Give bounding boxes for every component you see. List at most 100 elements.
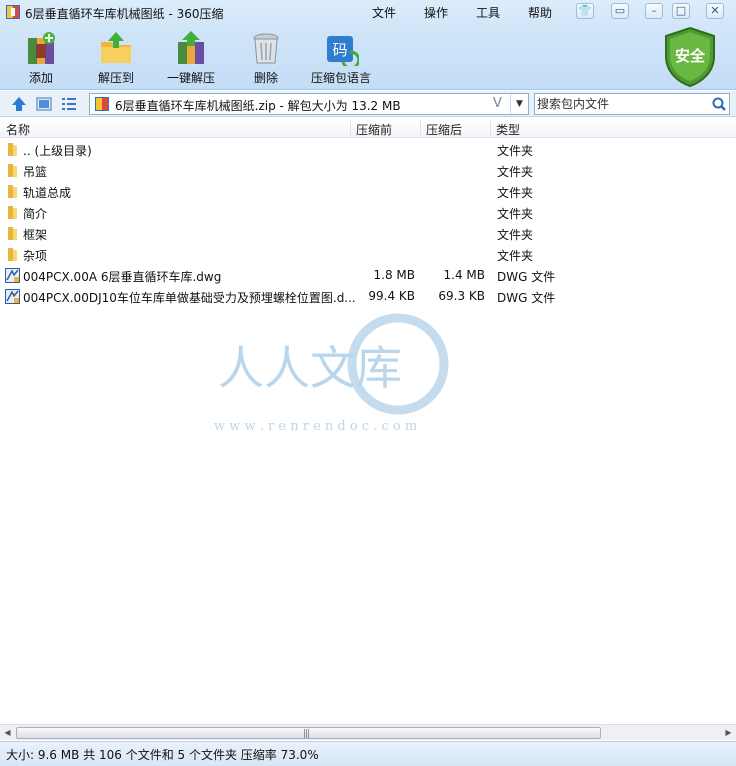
search-icon[interactable] (711, 96, 727, 112)
file-type: 文件夹 (497, 207, 534, 221)
one-click-extract-label: 一键解压 (166, 71, 215, 85)
extract-to-icon (101, 32, 131, 63)
title-bar[interactable]: 6层垂直循环车库机械图纸 - 360压缩 文件 操作 工具 帮助 👕 ▭ – □… (0, 0, 736, 24)
file-type: 文件夹 (497, 228, 534, 242)
address-path: 6层垂直循环车库机械图纸.zip - 解包大小为 13.2 MB (115, 99, 401, 113)
extract-to-label: 解压到 (97, 71, 134, 85)
column-type[interactable]: 类型 (496, 121, 520, 138)
folder-icon (8, 227, 17, 240)
minimize-icon: – (651, 4, 657, 17)
file-size-after: 1.4 MB (443, 268, 485, 282)
window-title: 6层垂直循环车库机械图纸 - 360压缩 (25, 7, 224, 21)
folder-icon (8, 206, 17, 219)
add-archive-icon (28, 32, 55, 64)
archive-language-label: 压缩包语言 (310, 71, 371, 85)
watermark-text: 人人文库 (218, 341, 402, 395)
menu-help[interactable]: 帮助 (528, 4, 552, 21)
address-row: 6层垂直循环车库机械图纸.zip - 解包大小为 13.2 MB V ▼ (0, 91, 736, 117)
horizontal-scrollbar[interactable]: ◀ ||| ▶ (0, 724, 736, 740)
dwg-file-icon (5, 268, 20, 283)
file-name: 轨道总成 (23, 186, 72, 200)
file-type: 文件夹 (497, 144, 534, 158)
status-text: 大小: 9.6 MB 共 106 个文件和 5 个文件夹 压缩率 73.0% (6, 748, 319, 762)
title-toolbar-area: 6层垂直循环车库机械图纸 - 360压缩 文件 操作 工具 帮助 👕 ▭ – □… (0, 0, 736, 90)
list-item[interactable]: 吊篮 文件夹 (0, 160, 736, 181)
up-arrow-icon[interactable] (10, 95, 28, 113)
address-dropdown-button[interactable]: ▼ (510, 94, 528, 114)
file-type: 文件夹 (497, 165, 534, 179)
security-shield-icon[interactable]: 安全 (662, 26, 718, 88)
address-v-mark: V (493, 96, 502, 111)
shirt-icon: 👕 (578, 4, 592, 17)
list-item[interactable]: 简介 文件夹 (0, 202, 736, 223)
list-item[interactable]: 004PCX.00DJ10车位车库单做基础受力及预埋螺栓位置图.d... 99.… (0, 286, 736, 307)
one-click-extract-icon (178, 31, 204, 64)
folder-icon (8, 248, 17, 261)
delete-button[interactable]: 删除 (226, 30, 306, 88)
column-compressed[interactable]: 压缩前 (356, 121, 392, 138)
watermark-url: w w w . r e n r e n d o c . c o m (214, 419, 417, 434)
column-name[interactable]: 名称 (6, 121, 30, 138)
list-item[interactable]: 杂项 文件夹 (0, 244, 736, 265)
file-size-before: 99.4 KB (368, 289, 415, 303)
list-item[interactable]: 框架 文件夹 (0, 223, 736, 244)
archive-language-button[interactable]: 码 压缩包语言 (301, 30, 381, 88)
status-bar: 大小: 9.6 MB 共 106 个文件和 5 个文件夹 压缩率 73.0% (0, 741, 736, 766)
feedback-button[interactable]: ▭ (611, 3, 629, 19)
zip-archive-icon (95, 97, 109, 111)
column-decompressed[interactable]: 压缩后 (426, 121, 462, 138)
file-name: 简介 (23, 207, 48, 221)
menu-operate[interactable]: 操作 (424, 4, 448, 21)
column-divider[interactable] (350, 120, 351, 136)
folder-icon (8, 143, 17, 156)
column-header: 名称 压缩前 压缩后 类型 (0, 118, 736, 138)
search-input[interactable] (537, 95, 707, 113)
folder-icon (8, 164, 17, 177)
list-item[interactable]: 轨道总成 文件夹 (0, 181, 736, 202)
file-type: DWG 文件 (497, 270, 556, 284)
file-type: 文件夹 (497, 249, 534, 263)
one-click-extract-button[interactable]: 一键解压 (151, 30, 231, 88)
security-badge-text: 安全 (675, 47, 706, 65)
address-bar[interactable]: 6层垂直循环车库机械图纸.zip - 解包大小为 13.2 MB V ▼ (89, 93, 529, 115)
file-name: 杂项 (23, 249, 48, 263)
add-button[interactable]: 添加 (1, 30, 81, 88)
maximize-icon: □ (675, 4, 687, 17)
watermark-logo: 人人文库 w w w . r e n r e n d o c . c o m (214, 313, 449, 434)
file-name: 吊篮 (23, 165, 48, 179)
file-name: 框架 (23, 228, 48, 242)
list-view-icon[interactable] (60, 95, 78, 113)
grip-icon: ||| (303, 729, 310, 739)
column-divider[interactable] (490, 120, 491, 136)
list-item[interactable]: 004PCX.00A 6层垂直循环车库.dwg 1.8 MB 1.4 MB DW… (0, 265, 736, 286)
menu-tools[interactable]: 工具 (476, 4, 500, 21)
archive-language-icon: 码 (327, 36, 359, 66)
svg-text:码: 码 (332, 41, 347, 59)
skin-button[interactable]: 👕 (576, 3, 594, 19)
scroll-left-button[interactable]: ◀ (0, 726, 15, 740)
scroll-thumb[interactable]: ||| (16, 727, 601, 739)
thumbnail-view-icon[interactable] (35, 95, 53, 113)
file-type: DWG 文件 (497, 291, 556, 305)
search-box[interactable] (534, 93, 730, 115)
column-divider[interactable] (420, 120, 421, 136)
close-icon: ✕ (710, 4, 720, 17)
trash-bin-icon (253, 33, 279, 64)
menu-file[interactable]: 文件 (372, 4, 396, 21)
file-size-after: 69.3 KB (438, 289, 485, 303)
file-name: 004PCX.00DJ10车位车库单做基础受力及预埋螺栓位置图.d... (23, 291, 356, 305)
file-name: 004PCX.00A 6层垂直循环车库.dwg (23, 270, 222, 284)
file-type: 文件夹 (497, 186, 534, 200)
minimize-button[interactable]: – (645, 3, 663, 19)
dwg-file-icon (5, 289, 20, 304)
folder-icon (8, 185, 17, 198)
list-item[interactable]: .. (上级目录) 文件夹 (0, 139, 736, 160)
chat-icon: ▭ (614, 4, 626, 17)
chevron-down-icon: ▼ (516, 99, 523, 109)
delete-label: 删除 (253, 71, 278, 85)
app-icon (6, 5, 20, 19)
extract-to-button[interactable]: 解压到 (76, 30, 156, 88)
maximize-button[interactable]: □ (672, 3, 690, 19)
close-button[interactable]: ✕ (706, 3, 724, 19)
scroll-right-button[interactable]: ▶ (721, 726, 736, 740)
